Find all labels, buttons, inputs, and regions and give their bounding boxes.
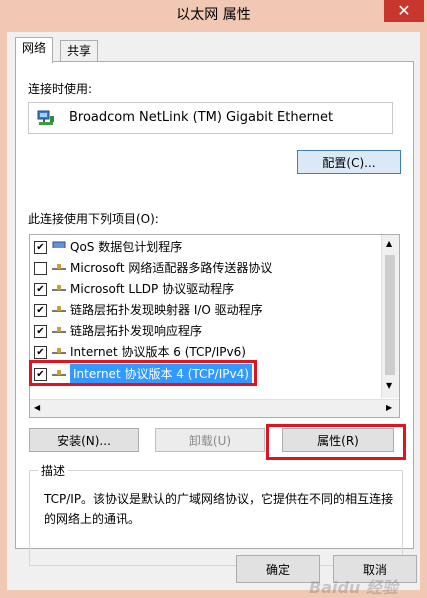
items-label: 此连接使用下列项目(O): (28, 212, 159, 226)
uninstall-button[interactable]: 卸载(U) (155, 428, 265, 452)
scroll-down-icon[interactable]: ▼ (386, 381, 392, 390)
protocol-icon (52, 327, 66, 333)
scroll-up-icon[interactable]: ▲ (386, 239, 392, 248)
install-button[interactable]: 安装(N)... (29, 428, 139, 452)
item-label: Internet 协议版本 6 (TCP/IPv6) (70, 345, 246, 359)
protocol-icon (52, 306, 66, 312)
scroll-left-icon[interactable]: ◀ (34, 403, 40, 412)
item-checkbox[interactable]: ✔ (34, 325, 47, 338)
item-label: 链路层拓扑发现映射器 I/O 驱动程序 (70, 303, 263, 317)
highlight-properties (266, 424, 406, 460)
item-label: 链路层拓扑发现响应程序 (70, 324, 203, 338)
adapter-name: Broadcom NetLink (TM) Gigabit Ethernet (69, 110, 334, 125)
item-checkbox[interactable]: ✔ (34, 304, 47, 317)
network-adapter-icon (37, 110, 54, 125)
ok-button[interactable]: 确定 (236, 555, 320, 583)
properties-window: 以太网 属性 ✕ 网络 共享 连接时使用: Broadcom NetLink (… (0, 0, 427, 597)
item-checkbox[interactable]: ✔ (34, 346, 47, 359)
adapter-box: Broadcom NetLink (TM) Gigabit Ethernet (28, 102, 393, 134)
components-list[interactable]: ✔ QoS 数据包计划程序 Microsoft 网络适配器多路传送器协议 ✔ M… (29, 234, 400, 418)
configure-button[interactable]: 配置(C)... (297, 150, 401, 174)
item-checkbox[interactable]: ✔ (34, 283, 47, 296)
window-title: 以太网 属性 (176, 7, 251, 23)
list-item-ipv6[interactable]: ✔ Internet 协议版本 6 (TCP/IPv6) (32, 342, 362, 362)
tab-sharing[interactable]: 共享 (60, 40, 99, 62)
qos-scheduler-icon (52, 241, 66, 248)
item-label: Microsoft 网络适配器多路传送器协议 (70, 261, 273, 275)
tab-network[interactable]: 网络 (15, 37, 54, 63)
description-title: 描述 (38, 462, 69, 479)
list-item-lltd-responder[interactable]: ✔ 链路层拓扑发现响应程序 (32, 321, 362, 341)
list-item-qos[interactable]: ✔ QoS 数据包计划程序 (32, 237, 362, 257)
protocol-icon (52, 285, 66, 291)
item-checkbox[interactable]: ✔ (34, 241, 47, 254)
list-item-lldp[interactable]: ✔ Microsoft LLDP 协议驱动程序 (32, 279, 362, 299)
highlight-ipv4 (29, 360, 257, 386)
item-label: Microsoft LLDP 协议驱动程序 (70, 282, 235, 296)
scroll-thumb[interactable] (385, 255, 395, 375)
description-group: 描述 TCP/IP。该协议是默认的广域网络协议，它提供在不同的相互连接的网络上的… (29, 462, 403, 566)
close-button[interactable]: ✕ (384, 0, 424, 22)
description-text: TCP/IP。该协议是默认的广域网络协议，它提供在不同的相互连接的网络上的通讯。 (44, 492, 394, 526)
item-checkbox[interactable] (34, 262, 47, 275)
horizontal-scrollbar[interactable]: ◀ ▶ (30, 399, 399, 417)
item-label: QoS 数据包计划程序 (70, 240, 183, 254)
list-item-lltd-mapper[interactable]: ✔ 链路层拓扑发现映射器 I/O 驱动程序 (32, 300, 362, 320)
connect-using-label: 连接时使用: (28, 82, 93, 96)
protocol-icon (52, 348, 66, 354)
vertical-scrollbar[interactable]: ▲ ▼ (381, 235, 399, 398)
scroll-right-icon[interactable]: ▶ (386, 403, 392, 412)
dialog-client: 网络 共享 连接时使用: Broadcom NetLink (TM) Gigab… (7, 32, 420, 597)
watermark: Baidu 经验 (309, 578, 398, 597)
list-item-multiplexor[interactable]: Microsoft 网络适配器多路传送器协议 (32, 258, 362, 278)
protocol-icon (52, 264, 66, 270)
tab-panel: 连接时使用: Broadcom NetLink (TM) Gigabit Eth… (15, 61, 414, 566)
